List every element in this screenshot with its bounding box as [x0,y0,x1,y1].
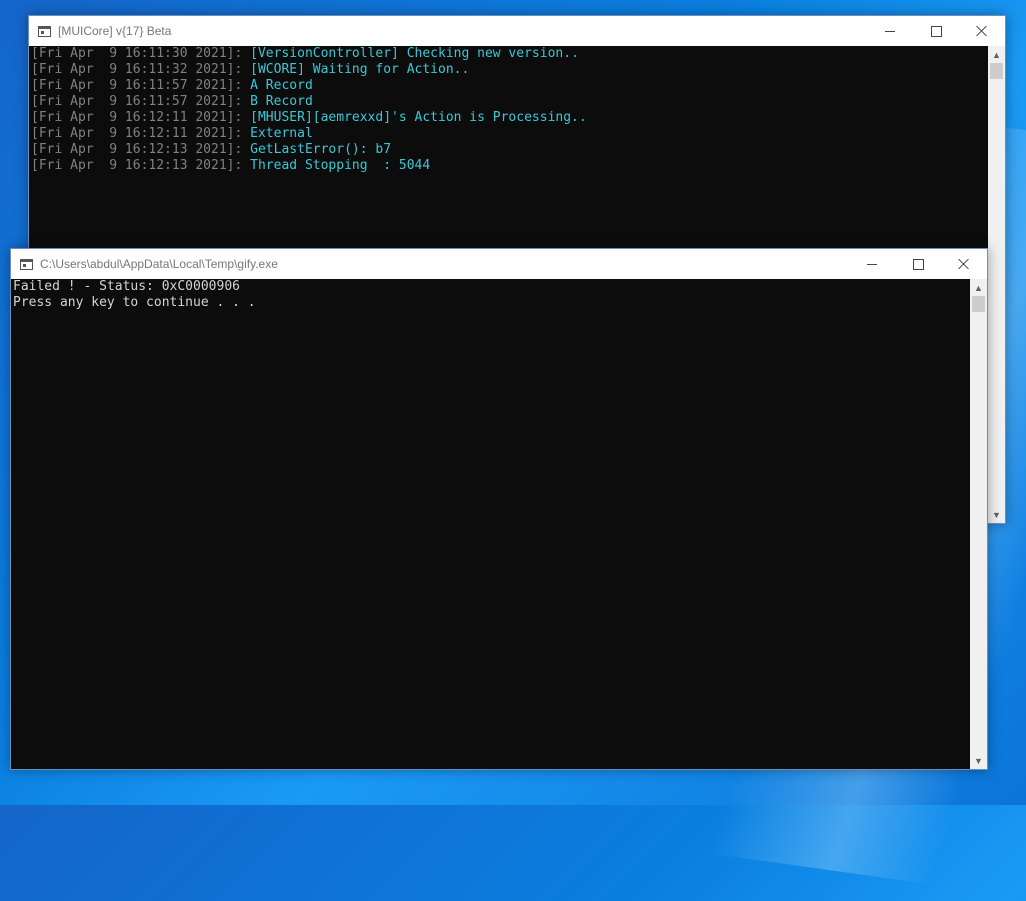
gify-window-title: C:\Users\abdul\AppData\Local\Temp\gify.e… [40,257,278,271]
maximize-icon [930,25,942,37]
console-line: [Fri Apr 9 16:11:57 2021]: B Record [31,94,986,110]
gify-window[interactable]: C:\Users\abdul\AppData\Local\Temp\gify.e… [10,248,988,770]
console-message: [MHUSER][aemrexxd]'s Action is Processin… [242,110,587,125]
close-button[interactable] [941,249,987,279]
minimize-icon [885,30,895,32]
console-timestamp: [Fri Apr 9 16:11:57 2021]: [31,94,243,109]
muicore-scrollbar[interactable]: ▲ ▼ [988,46,1005,523]
console-line: [Fri Apr 9 16:11:57 2021]: A Record [31,78,986,94]
console-timestamp: [Fri Apr 9 16:12:13 2021]: [31,158,243,173]
console-timestamp: [Fri Apr 9 16:12:11 2021]: [31,110,243,125]
console-app-icon [38,25,51,37]
close-button[interactable] [959,16,1005,46]
console-line: [Fri Apr 9 16:12:13 2021]: Thread Stoppi… [31,158,986,174]
console-line: [Fri Apr 9 16:12:13 2021]: GetLastError(… [31,142,986,158]
minimize-button[interactable] [867,16,913,46]
console-timestamp: [Fri Apr 9 16:11:32 2021]: [31,62,243,77]
scroll-up-arrow-icon[interactable]: ▲ [988,46,1005,63]
console-message: External [242,126,313,141]
maximize-button[interactable] [895,249,941,279]
minimize-button[interactable] [849,249,895,279]
console-line: Failed ! - Status: 0xC0000906 [13,279,240,294]
maximize-button[interactable] [913,16,959,46]
console-message: Thread Stopping : 5044 [242,158,431,173]
console-message: [WCORE] Waiting for Action.. [242,62,470,77]
console-message: [VersionController] Checking new version… [242,46,579,61]
console-line: [Fri Apr 9 16:11:32 2021]: [WCORE] Waiti… [31,62,986,78]
window-controls [849,249,987,279]
console-line: [Fri Apr 9 16:11:30 2021]: [VersionContr… [31,46,986,62]
close-icon [958,258,970,270]
console-line: [Fri Apr 9 16:12:11 2021]: External [31,126,986,142]
scroll-down-arrow-icon[interactable]: ▼ [988,506,1005,523]
window-controls [867,16,1005,46]
console-message: A Record [242,78,313,93]
gify-scrollbar[interactable]: ▲ ▼ [970,279,987,769]
scrollbar-thumb[interactable] [972,296,985,312]
console-timestamp: [Fri Apr 9 16:12:11 2021]: [31,126,243,141]
muicore-titlebar[interactable]: [MUICore] v{17} Beta [29,16,1005,46]
console-timestamp: [Fri Apr 9 16:11:30 2021]: [31,46,243,61]
scroll-down-arrow-icon[interactable]: ▼ [970,752,987,769]
console-message: GetLastError(): b7 [242,142,392,157]
console-message: B Record [242,94,313,109]
muicore-window-title: [MUICore] v{17} Beta [58,24,172,38]
console-line: Press any key to continue . . . [13,295,256,310]
close-icon [976,25,988,37]
console-line: [Fri Apr 9 16:12:11 2021]: [MHUSER][aemr… [31,110,986,126]
console-app-icon [20,258,33,270]
gify-titlebar[interactable]: C:\Users\abdul\AppData\Local\Temp\gify.e… [11,249,987,279]
gify-console-output[interactable]: Failed ! - Status: 0xC0000906 Press any k… [11,279,970,769]
console-timestamp: [Fri Apr 9 16:11:57 2021]: [31,78,243,93]
minimize-icon [867,263,877,265]
scroll-up-arrow-icon[interactable]: ▲ [970,279,987,296]
scrollbar-thumb[interactable] [990,63,1003,79]
maximize-icon [912,258,924,270]
console-timestamp: [Fri Apr 9 16:12:13 2021]: [31,142,243,157]
